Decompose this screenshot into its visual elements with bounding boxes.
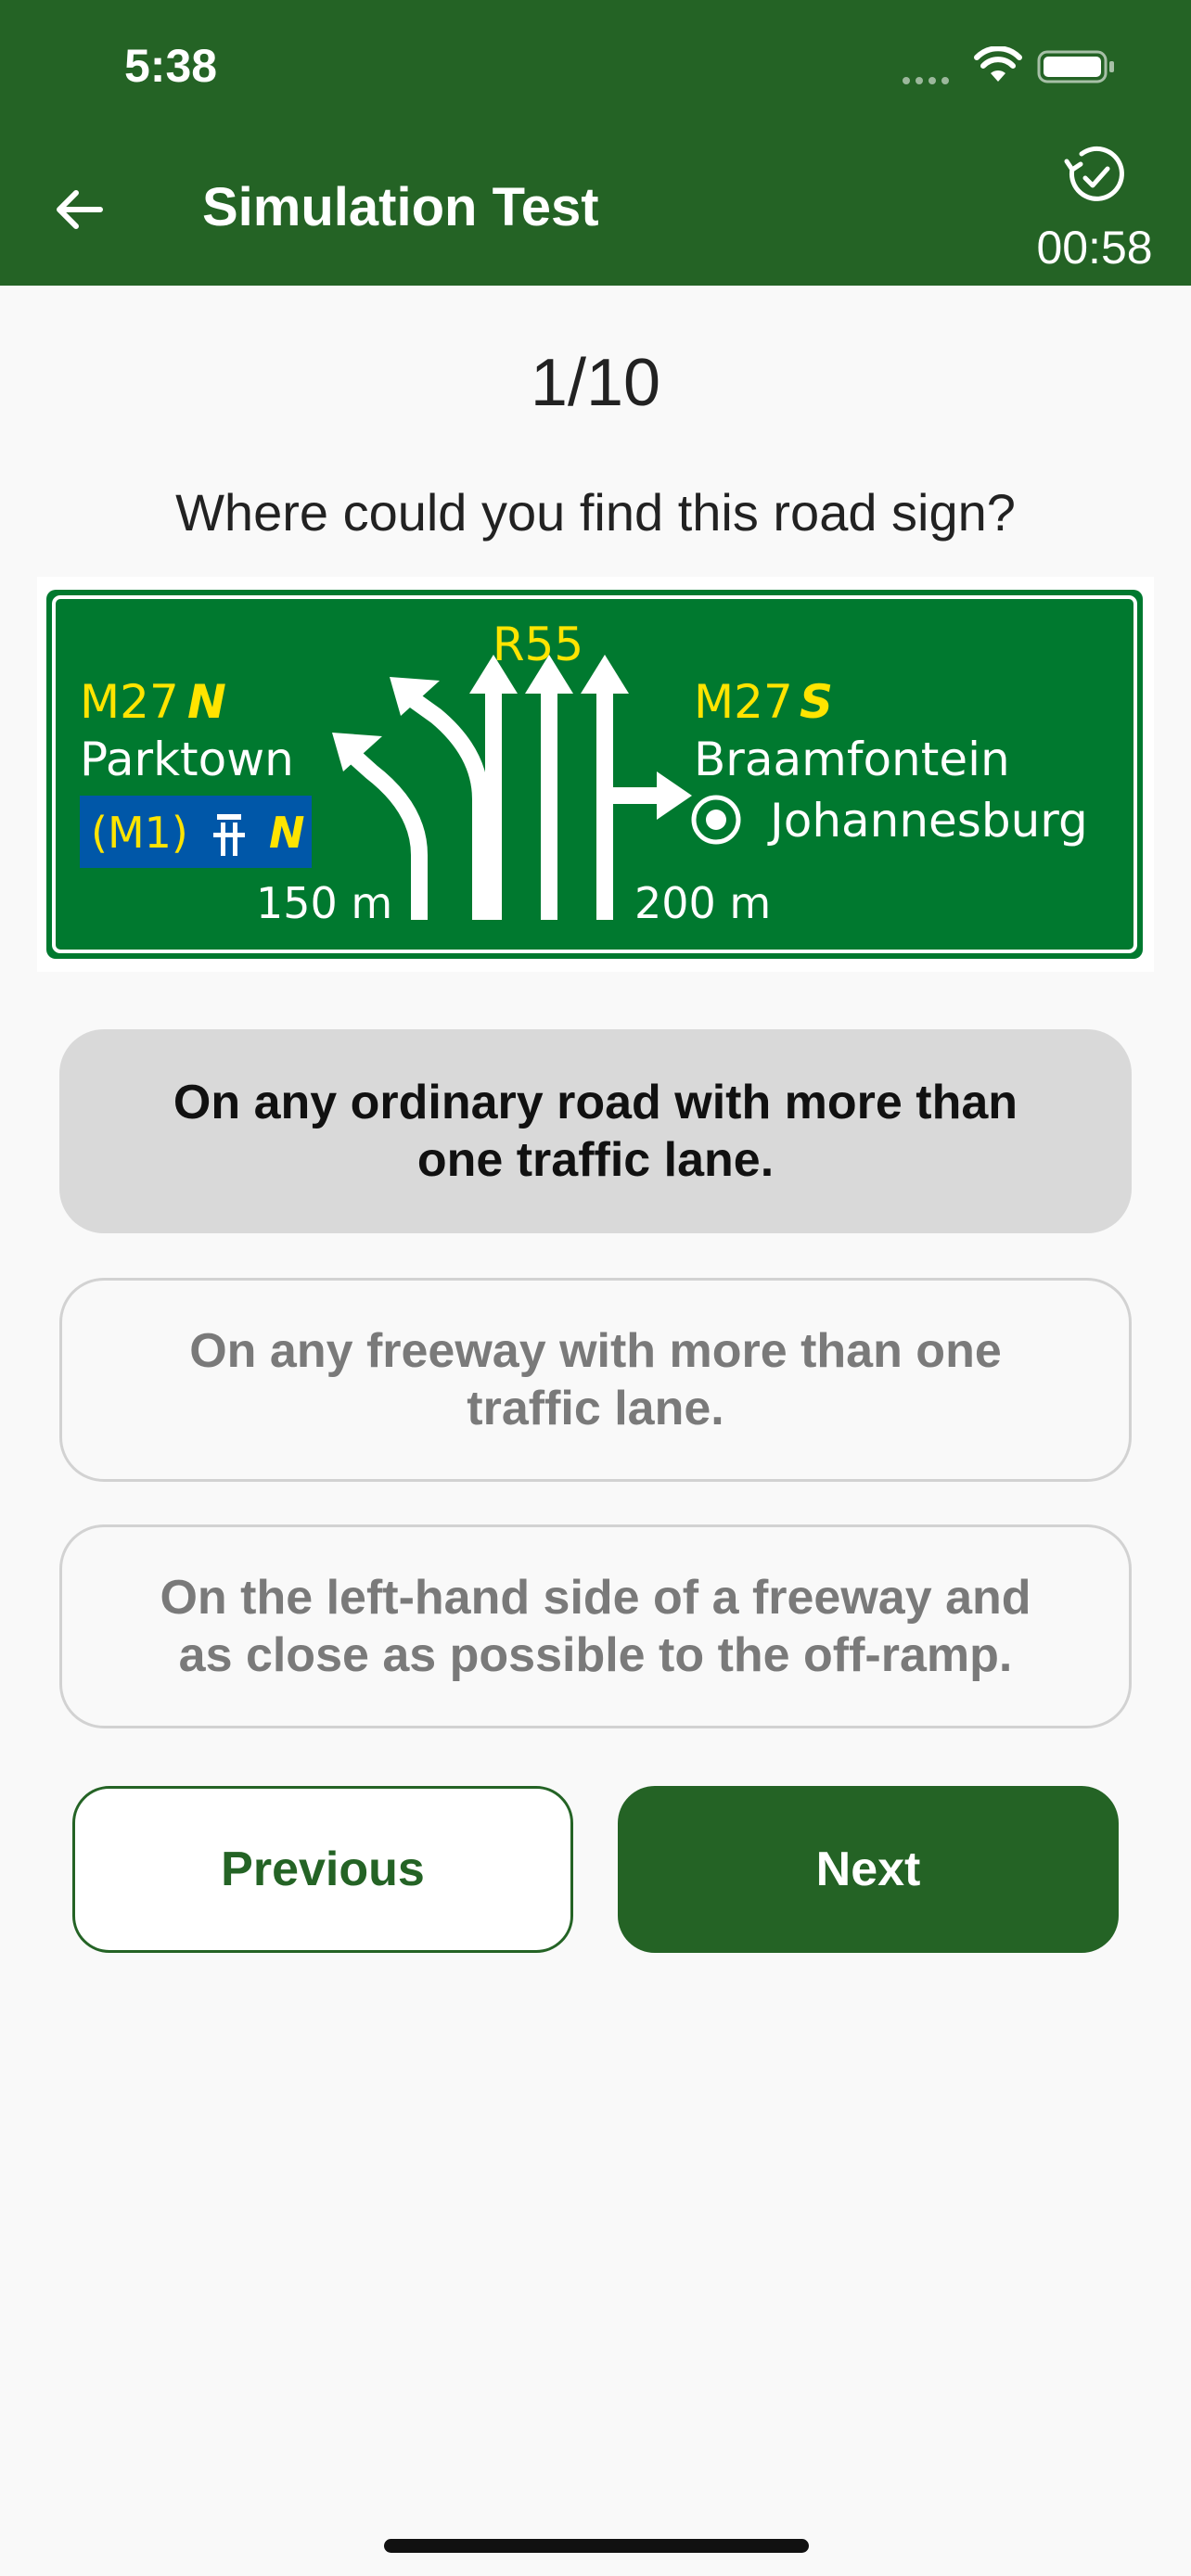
sign-right-route-dir: S	[800, 675, 833, 729]
status-time: 5:38	[124, 40, 218, 92]
wifi-icon	[974, 46, 1022, 82]
sign-right-place: Braamfontein	[694, 733, 1010, 786]
answer-option-3-text: On the left-hand side of a freeway and a…	[160, 1571, 1031, 1682]
timer-countdown: 00:58	[1036, 222, 1153, 274]
cellular-signal-icon	[903, 72, 954, 89]
home-indicator[interactable]	[384, 2539, 809, 2553]
next-button[interactable]: Next	[618, 1786, 1119, 1953]
sign-right-route: M27	[694, 675, 793, 729]
answer-option-2-text: On any freeway with more than one traffi…	[189, 1324, 1002, 1435]
back-button[interactable]	[45, 176, 111, 243]
sign-right-city: Johannesburg	[767, 794, 1088, 848]
answer-option-1[interactable]: On any ordinary road with more than one …	[59, 1029, 1132, 1233]
battery-icon	[1037, 50, 1114, 83]
question-text: Where could you find this road sign?	[175, 483, 1016, 542]
sign-route-top: R55	[493, 618, 583, 671]
sign-left-place: Parktown	[80, 733, 294, 786]
app-header: 5:38 Simulation Test 00:58	[0, 0, 1191, 286]
sign-left-route-dir: N	[187, 675, 226, 729]
previous-button[interactable]: Previous	[72, 1786, 573, 1953]
timer-icon	[1064, 146, 1124, 201]
answer-option-1-text: On any ordinary road with more than one …	[173, 1076, 1018, 1187]
sign-left-distance: 150 m	[256, 878, 392, 928]
page-title: Simulation Test	[202, 177, 599, 237]
sign-left-freeway: (M1)	[91, 808, 188, 858]
question-progress: 1/10	[530, 346, 661, 420]
road-sign-image: R55 M27 N Parktown (M1) N 150 m M27 S Br…	[37, 577, 1154, 972]
sign-left-route: M27	[80, 675, 179, 729]
answer-option-2[interactable]: On any freeway with more than one traffi…	[59, 1278, 1132, 1482]
answer-option-3[interactable]: On the left-hand side of a freeway and a…	[59, 1524, 1132, 1728]
sign-left-freeway-dir: N	[269, 808, 305, 858]
sign-right-distance: 200 m	[634, 878, 771, 928]
arrow-left-icon	[57, 190, 103, 229]
